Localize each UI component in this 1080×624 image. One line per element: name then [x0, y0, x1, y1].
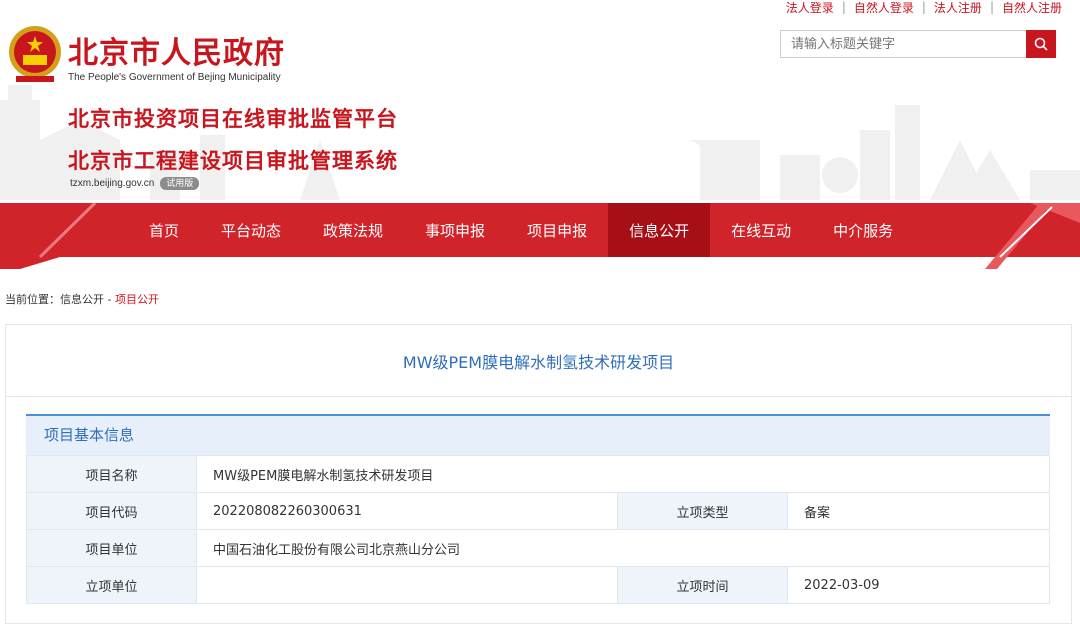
- table-row: 项目单位 中国石油化工股份有限公司北京燕山分公司: [26, 529, 1050, 567]
- nav-item-home[interactable]: 首页: [128, 203, 200, 257]
- approval-time-value: 2022-03-09: [787, 566, 1050, 604]
- nav-item-intermediary-services[interactable]: 中介服务: [812, 203, 914, 257]
- search-button[interactable]: [1026, 30, 1056, 58]
- legal-person-register-link[interactable]: 法人注册: [926, 0, 990, 16]
- search-input[interactable]: [780, 30, 1026, 58]
- table-row: 立项单位 立项时间 2022-03-09: [26, 566, 1050, 604]
- project-detail-card: MW级PEM膜电解水制氢技术研发项目 项目基本信息 项目名称 MW级PEM膜电解…: [5, 324, 1072, 624]
- table-row: 项目代码 202208082260300631 立项类型 备案: [26, 492, 1050, 530]
- project-basic-info: 项目基本信息 项目名称 MW级PEM膜电解水制氢技术研发项目 项目代码 2022…: [26, 414, 1050, 604]
- legal-person-login-link[interactable]: 法人登录: [778, 0, 842, 16]
- main-nav: 首页 平台动态 政策法规 事项申报 项目申报 信息公开 在线互动 中介服务: [128, 203, 914, 257]
- nav-item-online-interaction[interactable]: 在线互动: [710, 203, 812, 257]
- breadcrumb-current[interactable]: 项目公开: [115, 293, 159, 306]
- domain-text: tzxm.beijing.gov.cn: [70, 178, 155, 189]
- breadcrumb-parent-link[interactable]: 信息公开: [60, 293, 104, 306]
- project-unit-label: 项目单位: [26, 529, 197, 567]
- approval-time-label: 立项时间: [617, 566, 788, 604]
- project-type-value: 备案: [787, 492, 1050, 530]
- national-emblem-icon: [9, 26, 61, 82]
- site-header: 法人登录 | 自然人登录 | 法人注册 | 自然人注册 北京市人民政府 The …: [0, 0, 1080, 270]
- top-account-links: 法人登录 | 自然人登录 | 法人注册 | 自然人注册: [778, 0, 1070, 16]
- trial-version-badge: 试用版: [160, 177, 200, 190]
- natural-person-register-link[interactable]: 自然人注册: [994, 0, 1070, 16]
- site-domain: tzxm.beijing.gov.cn 试用版: [70, 177, 200, 190]
- table-row: 项目名称 MW级PEM膜电解水制氢技术研发项目: [26, 455, 1050, 493]
- approval-unit-label: 立项单位: [26, 566, 197, 604]
- nav-item-information-disclosure[interactable]: 信息公开: [608, 203, 711, 257]
- nav-item-platform-news[interactable]: 平台动态: [200, 203, 302, 257]
- nav-item-matter-application[interactable]: 事项申报: [404, 203, 506, 257]
- breadcrumb-separator: -: [104, 293, 115, 306]
- project-unit-value: 中国石油化工股份有限公司北京燕山分公司: [196, 529, 1050, 567]
- project-info-table: 项目名称 MW级PEM膜电解水制氢技术研发项目 项目代码 20220808226…: [26, 455, 1050, 604]
- nav-item-project-application[interactable]: 项目申报: [506, 203, 608, 257]
- natural-person-login-link[interactable]: 自然人登录: [846, 0, 922, 16]
- project-type-label: 立项类型: [617, 492, 788, 530]
- government-name-english: The People's Government of Bejing Munici…: [68, 72, 281, 83]
- breadcrumb: 当前位置：信息公开 - 项目公开: [5, 291, 159, 307]
- section-title: 项目基本信息: [26, 414, 1050, 455]
- site-search: [780, 30, 1056, 58]
- project-code-value: 202208082260300631: [196, 492, 618, 530]
- government-name: 北京市人民政府: [68, 36, 285, 71]
- approval-unit-value: [196, 566, 618, 604]
- breadcrumb-prefix: 当前位置：: [5, 293, 60, 306]
- platform-title-construction: 北京市工程建设项目审批管理系统: [68, 149, 398, 173]
- search-icon: [1034, 37, 1048, 51]
- nav-item-policies[interactable]: 政策法规: [302, 203, 404, 257]
- project-name-label: 项目名称: [26, 455, 197, 493]
- project-code-label: 项目代码: [26, 492, 197, 530]
- platform-title-investment: 北京市投资项目在线审批监管平台: [68, 107, 398, 131]
- project-name-value: MW级PEM膜电解水制氢技术研发项目: [196, 455, 1050, 493]
- page-title: MW级PEM膜电解水制氢技术研发项目: [6, 325, 1071, 397]
